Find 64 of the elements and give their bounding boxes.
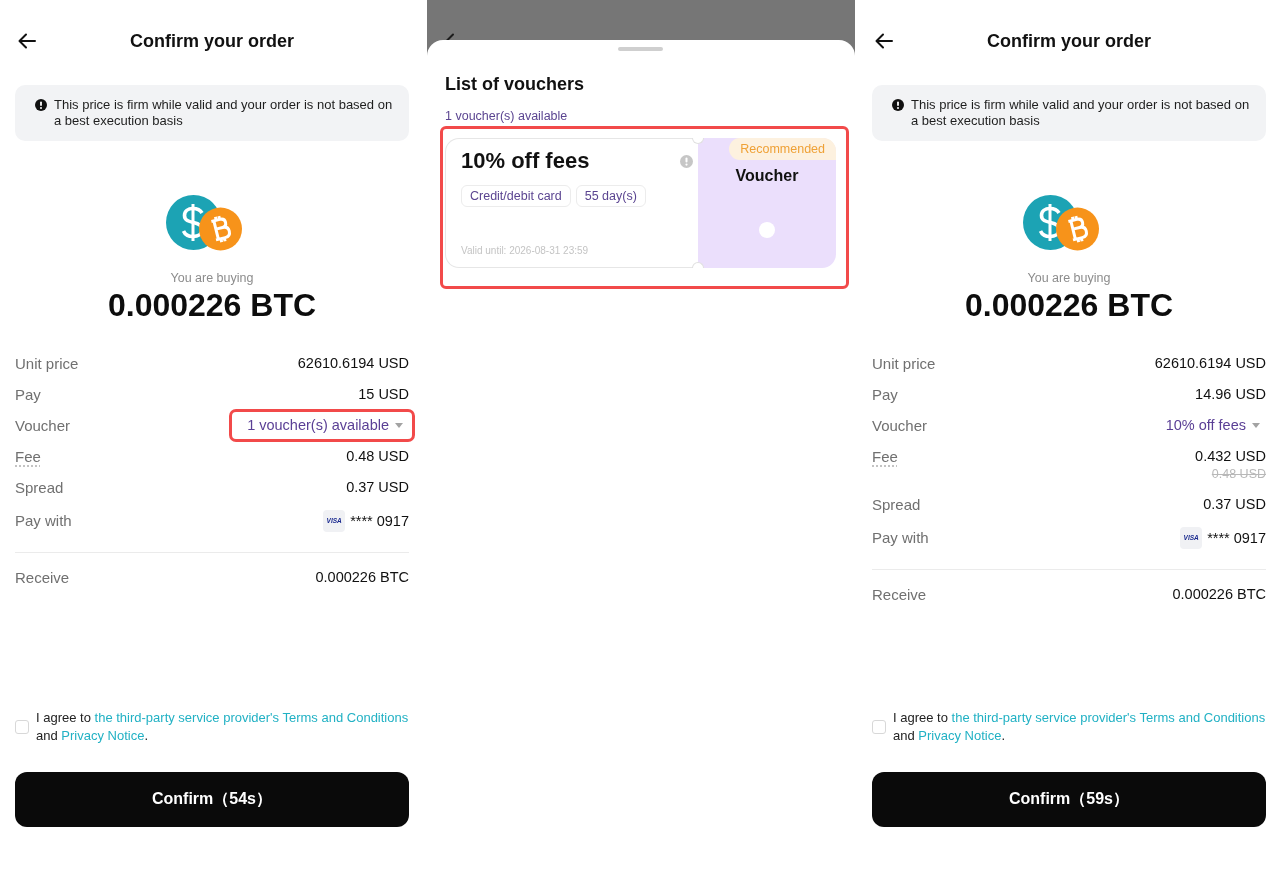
detail-label: Unit price <box>15 354 79 374</box>
detail-label: Spread <box>872 495 921 515</box>
voucher-dropdown[interactable]: 1 voucher(s) available <box>247 412 409 439</box>
drag-handle[interactable] <box>618 47 663 51</box>
caret-icon <box>395 423 403 428</box>
detail-value: 0.48 USD <box>346 447 409 466</box>
detail-value: 0.37 USD <box>346 478 409 497</box>
notice-text: This price is firm while valid and your order is not based on a best execution basis <box>911 97 1251 129</box>
agreement-text: I agree to the third-party service provider's Terms and Conditions and Privacy Notice. <box>893 709 1266 745</box>
voucher-dropdown[interactable]: 10% off fees <box>1165 410 1266 441</box>
detail-label: Fee <box>872 447 898 467</box>
buying-label: You are buying <box>170 270 254 286</box>
info-icon[interactable] <box>680 154 693 168</box>
detail-label: Pay with <box>15 511 72 531</box>
old-fee-value: 0.48 USD <box>1211 466 1266 483</box>
recommended-badge: Recommended <box>729 138 836 160</box>
agreement-text: I agree to the third-party service provider's Terms and Conditions and Privacy Notice. <box>36 709 409 745</box>
detail-label: Pay <box>872 385 898 405</box>
detail-label: Unit price <box>872 354 936 374</box>
detail-value: 62610.6194 USD <box>297 354 409 373</box>
detail-label: Spread <box>15 478 64 498</box>
voucher-count: 1 voucher(s) available <box>445 108 568 124</box>
confirm-button[interactable]: Confirm（54s） <box>15 772 409 827</box>
amount-text: 0.000226 BTC <box>964 287 1174 323</box>
detail-label: Pay <box>15 385 41 405</box>
back-icon[interactable] <box>875 33 893 49</box>
detail-label: Voucher <box>872 416 928 436</box>
detail-label: Receive <box>15 568 70 588</box>
ticket-notch <box>692 262 704 268</box>
page-title: Confirm your order <box>130 30 294 53</box>
voucher-type: Voucher <box>735 166 799 186</box>
detail-label: Voucher <box>15 416 71 436</box>
detail-value: **** 0917 <box>350 511 409 531</box>
detail-value: 0.37 USD <box>1203 495 1266 514</box>
detail-value: **** 0917 <box>1207 528 1266 548</box>
amount-text: 0.000226 BTC <box>107 287 317 323</box>
dollar-bitcoin-icon <box>166 195 242 251</box>
detail-value: 14.96 USD <box>1195 385 1266 404</box>
detail-label: Fee <box>15 447 41 467</box>
caret-icon <box>1252 423 1260 428</box>
checkbox[interactable] <box>15 720 29 734</box>
voucher-tag: 55 day(s) <box>575 185 646 207</box>
detail-label: Pay with <box>872 528 929 548</box>
detail-value: 0.432 USD <box>1195 447 1266 466</box>
back-icon[interactable] <box>18 33 36 49</box>
checkbox[interactable] <box>872 720 886 734</box>
page-title: Confirm your order <box>987 30 1151 53</box>
exclamation-icon <box>892 99 904 111</box>
notice-text: This price is firm while valid and your order is not based on a best execution basis <box>54 97 394 129</box>
detail-label: Receive <box>872 585 927 605</box>
detail-value: 0.000226 BTC <box>315 568 409 587</box>
sheet-title: List of vouchers <box>445 73 585 96</box>
dollar-bitcoin-icon <box>1023 195 1099 251</box>
buying-label: You are buying <box>1027 270 1111 286</box>
detail-value: 15 USD <box>358 385 409 404</box>
detail-value: 0.000226 BTC <box>1172 585 1266 604</box>
voucher-title: 10% off fees <box>461 147 590 175</box>
ticket-notch <box>692 138 704 144</box>
confirm-button[interactable]: Confirm（59s） <box>872 772 1266 827</box>
voucher-tag: Credit/debit card <box>461 185 571 207</box>
valid-until-text: Valid until: 2026-08-31 23:59 <box>461 244 589 257</box>
detail-value: 62610.6194 USD <box>1154 354 1266 373</box>
exclamation-icon <box>35 99 47 111</box>
radio-button[interactable] <box>759 222 775 238</box>
